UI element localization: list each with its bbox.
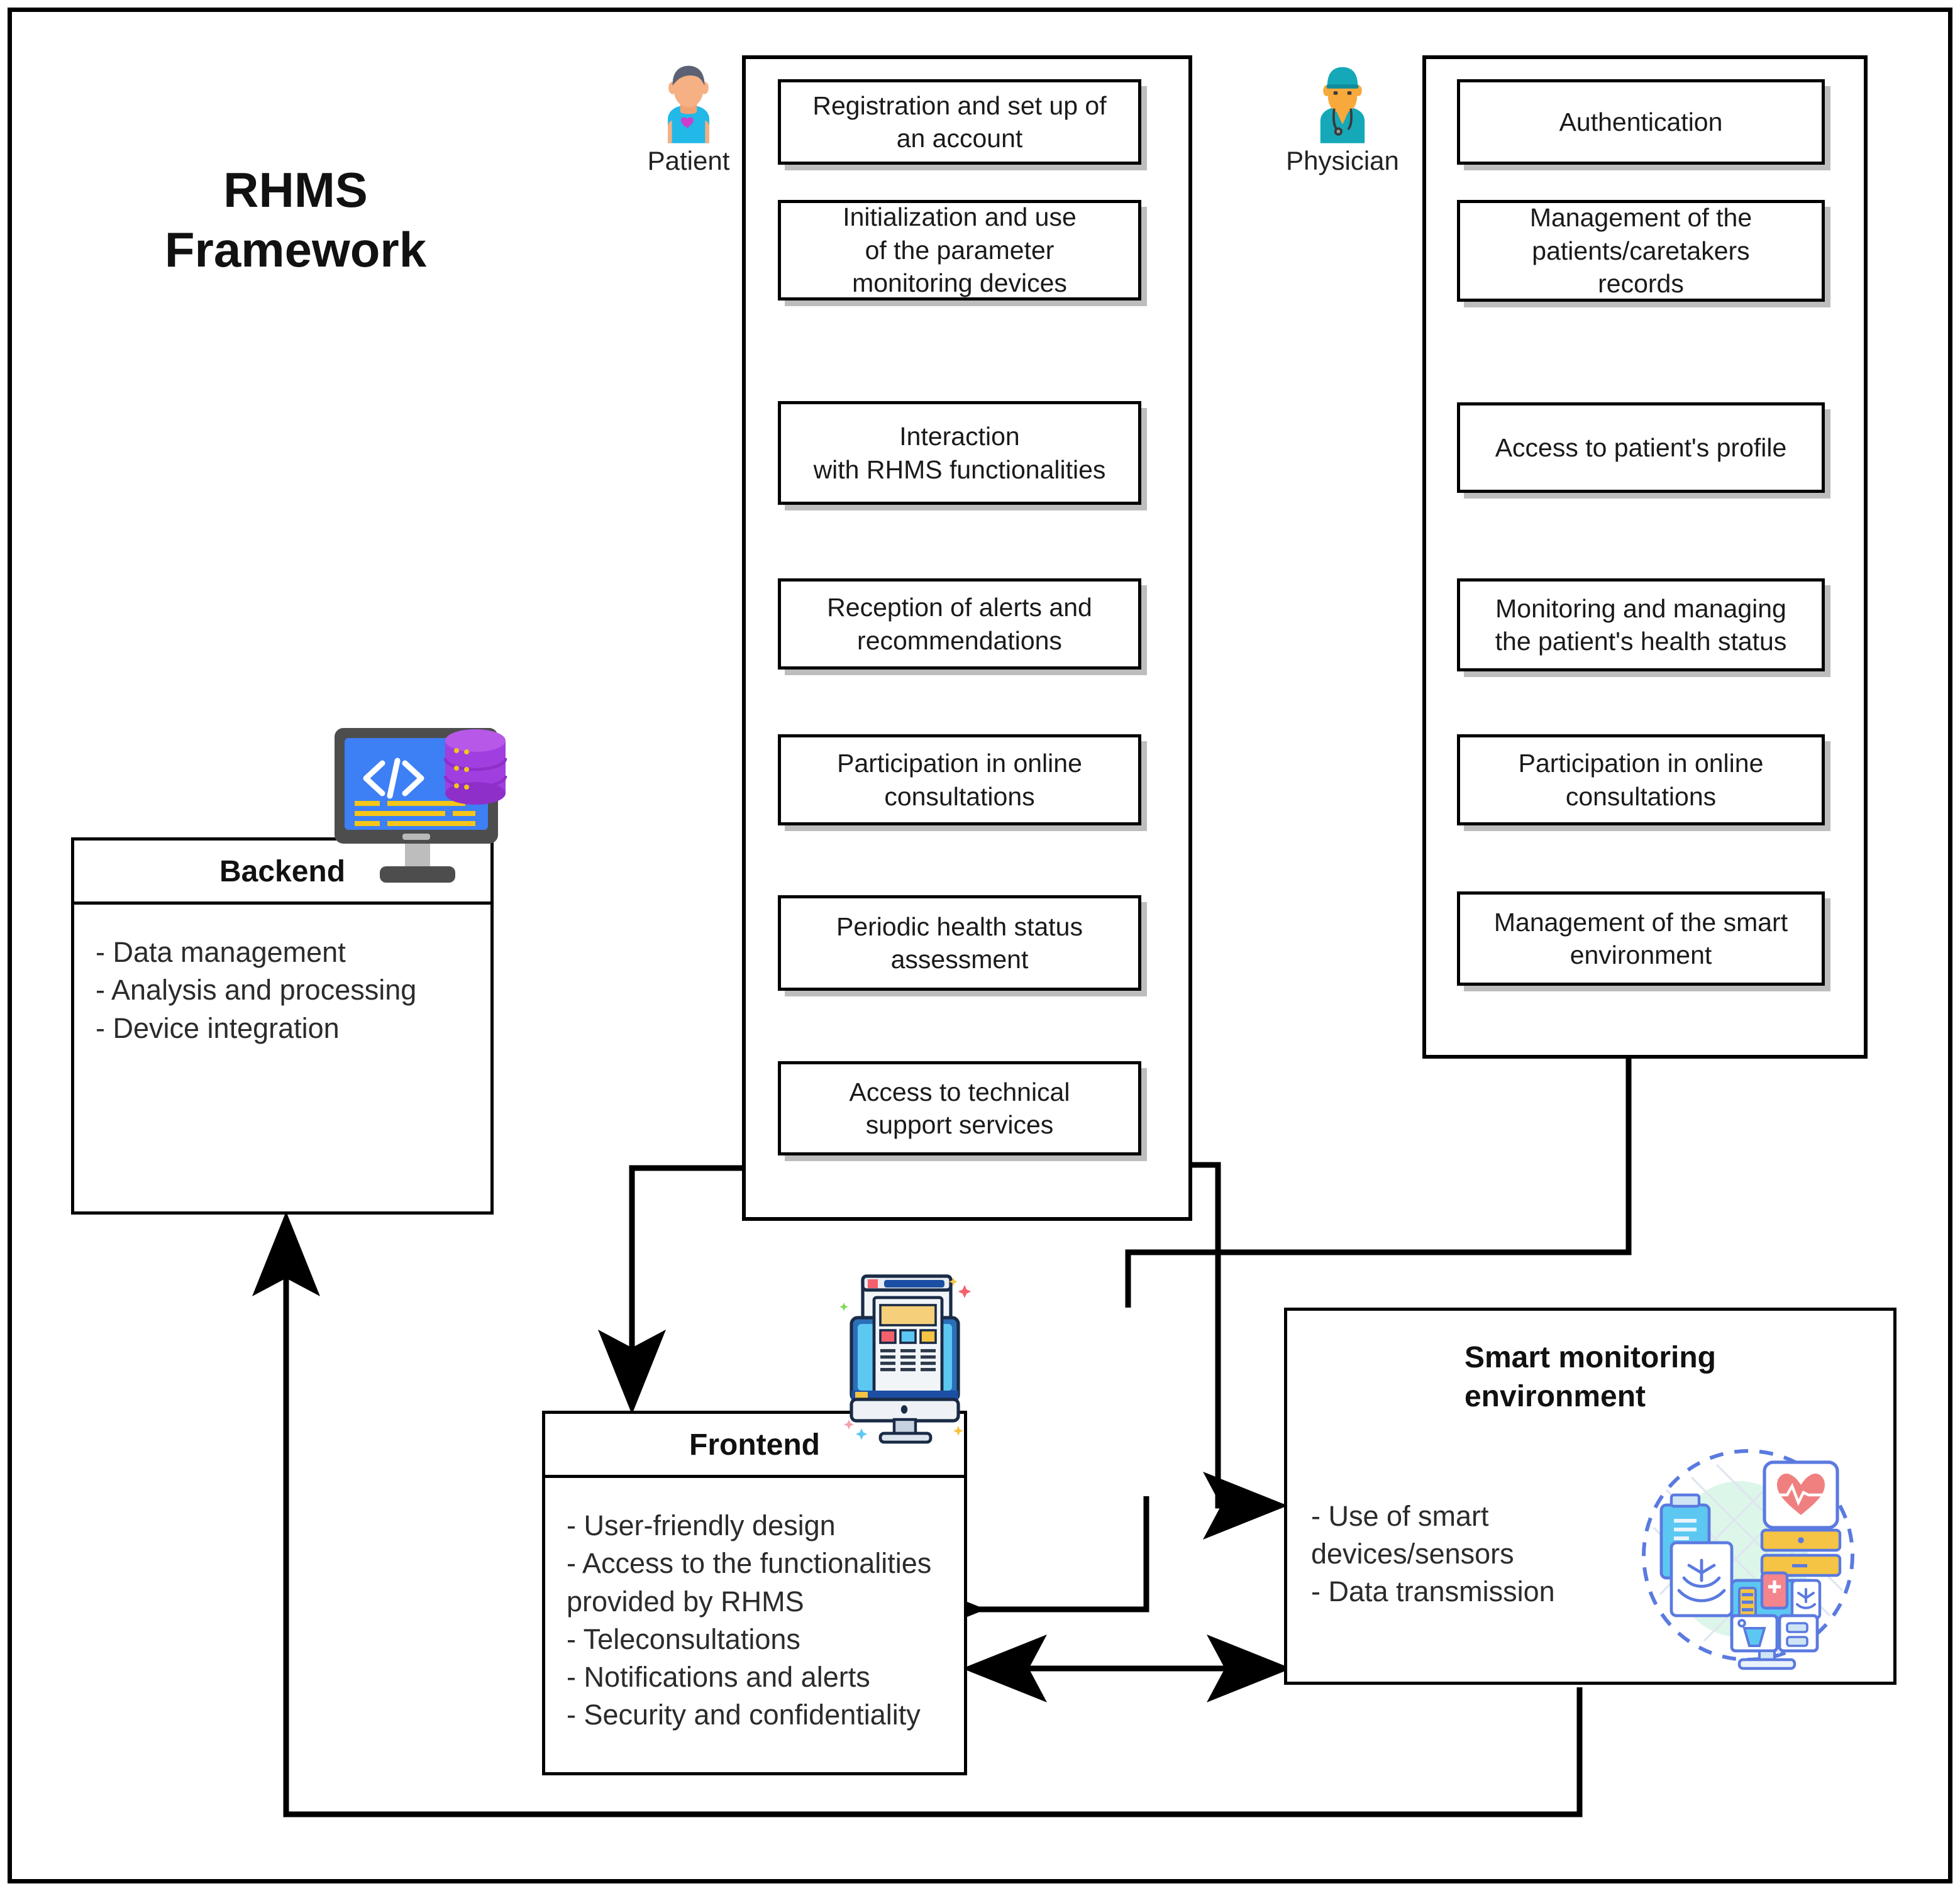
patient-avatar-icon: [668, 65, 709, 143]
desktop-ui-icon: [839, 1274, 972, 1444]
title-line-2: Framework: [164, 222, 427, 278]
actor-physician-label: Physician: [1286, 146, 1399, 175]
frontend-item-4: - Teleconsultations: [567, 1623, 800, 1655]
smart-medical-devices-icon: [1642, 1449, 1854, 1670]
physician-feature-box-4[interactable]: Monitoring and managing the patient's he…: [1457, 578, 1825, 671]
backend-item-3: - Device integration: [96, 1012, 340, 1044]
physician-feature-box-3[interactable]: Access to patient's profile: [1457, 402, 1825, 493]
actor-patient: Patient: [632, 63, 745, 176]
patient-feature-box-2[interactable]: Initialization and use of the parameter …: [778, 200, 1141, 300]
rhms-framework-diagram: RHMS Framework Patient Physician Registr…: [0, 0, 1960, 1891]
actor-physician: Physician: [1280, 63, 1405, 176]
smart-environment-title: Smart monitoring environment: [1464, 1341, 1716, 1414]
frontend-item-3: provided by RHMS: [567, 1585, 804, 1618]
patient-feature-box-4[interactable]: Reception of alerts and recommendations: [778, 578, 1141, 670]
backend-item-1: - Data management: [96, 936, 346, 968]
patient-feature-box-3[interactable]: Interaction with RHMS functionalities: [778, 401, 1141, 505]
server-database-monitor-icon: [335, 728, 507, 883]
physician-feature-box-2[interactable]: Management of the patients/caretakers re…: [1457, 200, 1825, 302]
frontend-item-1: - User-friendly design: [567, 1509, 836, 1541]
backend-items: - Data management - Analysis and process…: [74, 905, 490, 1059]
patient-feature-box-5[interactable]: Participation in online consultations: [778, 734, 1141, 825]
patient-feature-box-7[interactable]: Access to technical support services: [778, 1061, 1141, 1155]
title-line-1: RHMS: [223, 162, 368, 218]
backend-item-2: - Analysis and processing: [96, 974, 417, 1006]
frontend-component[interactable]: Frontend - User-friendly design - Access…: [542, 1411, 967, 1775]
frontend-item-6: - Security and confidentiality: [567, 1699, 921, 1731]
frontend-item-2: - Access to the functionalities: [567, 1547, 932, 1580]
physician-feature-box-1[interactable]: Authentication: [1457, 79, 1825, 165]
actor-patient-label: Patient: [647, 146, 730, 175]
physician-avatar-icon: [1320, 67, 1365, 143]
physician-feature-box-6[interactable]: Management of the smart environment: [1457, 891, 1825, 986]
patient-feature-box-6[interactable]: Periodic health status assessment: [778, 895, 1141, 991]
patient-feature-box-1[interactable]: Registration and set up of an account: [778, 79, 1141, 165]
page-title: RHMS Framework: [119, 160, 472, 280]
physician-feature-box-5[interactable]: Participation in online consultations: [1457, 734, 1825, 825]
frontend-item-5: - Notifications and alerts: [567, 1661, 870, 1694]
frontend-items: - User-friendly design - Access to the f…: [545, 1478, 964, 1746]
